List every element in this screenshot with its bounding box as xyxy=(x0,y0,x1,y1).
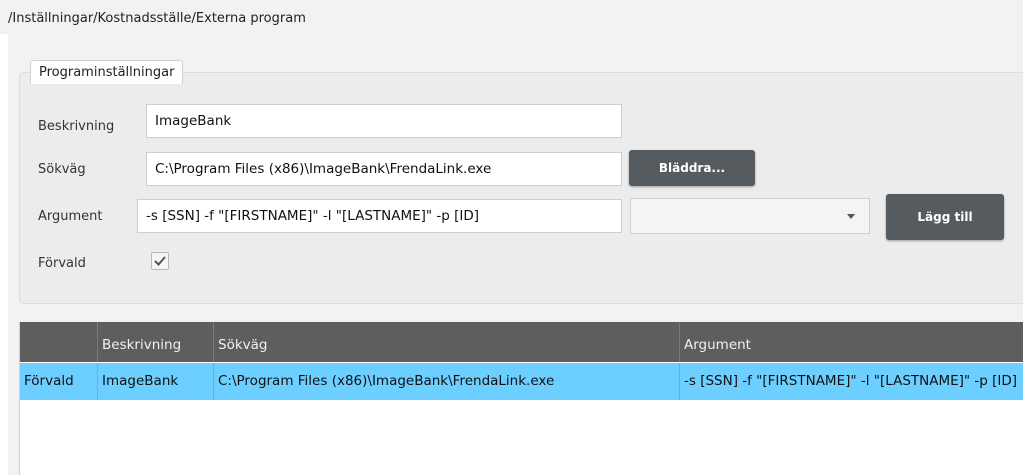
checkmark-icon xyxy=(154,256,166,266)
table-row[interactable]: Förvald ImageBank C:\Program Files (x86)… xyxy=(20,363,1023,400)
column-header-path[interactable]: Sökväg xyxy=(213,322,679,362)
cell-description: ImageBank xyxy=(97,363,213,400)
default-checkbox[interactable] xyxy=(151,252,169,270)
description-label: Beskrivning xyxy=(38,119,115,134)
path-field[interactable]: C:\Program Files (x86)\ImageBank\FrendaL… xyxy=(146,152,622,186)
argument-select[interactable] xyxy=(630,198,870,234)
table-header: Beskrivning Sökväg Argument xyxy=(20,322,1023,362)
cell-argument: -s [SSN] -f "[FIRSTNAME]" -l "[LASTNAME]… xyxy=(679,363,1023,400)
cell-path: C:\Program Files (x86)\ImageBank\FrendaL… xyxy=(213,363,679,400)
add-button[interactable]: Lägg till xyxy=(886,194,1004,240)
programs-table: Beskrivning Sökväg Argument Förvald Imag… xyxy=(19,322,1023,475)
column-header-default[interactable] xyxy=(20,322,97,362)
default-label: Förvald xyxy=(38,256,86,271)
argument-label: Argument xyxy=(38,209,103,224)
argument-field[interactable]: -s [SSN] -f "[FIRSTNAME]" -l "[LASTNAME]… xyxy=(137,199,622,233)
browse-button[interactable]: Bläddra... xyxy=(629,150,755,186)
column-header-description[interactable]: Beskrivning xyxy=(97,322,213,362)
column-header-argument[interactable]: Argument xyxy=(679,322,1023,362)
cell-default: Förvald xyxy=(24,373,74,389)
panel-legend: Programinställningar xyxy=(30,60,184,84)
breadcrumb: /Inställningar/Kostnadsställe/Externa pr… xyxy=(0,0,1023,34)
chevron-down-icon xyxy=(847,214,855,219)
path-label: Sökväg xyxy=(38,162,86,177)
description-field[interactable]: ImageBank xyxy=(146,104,622,138)
